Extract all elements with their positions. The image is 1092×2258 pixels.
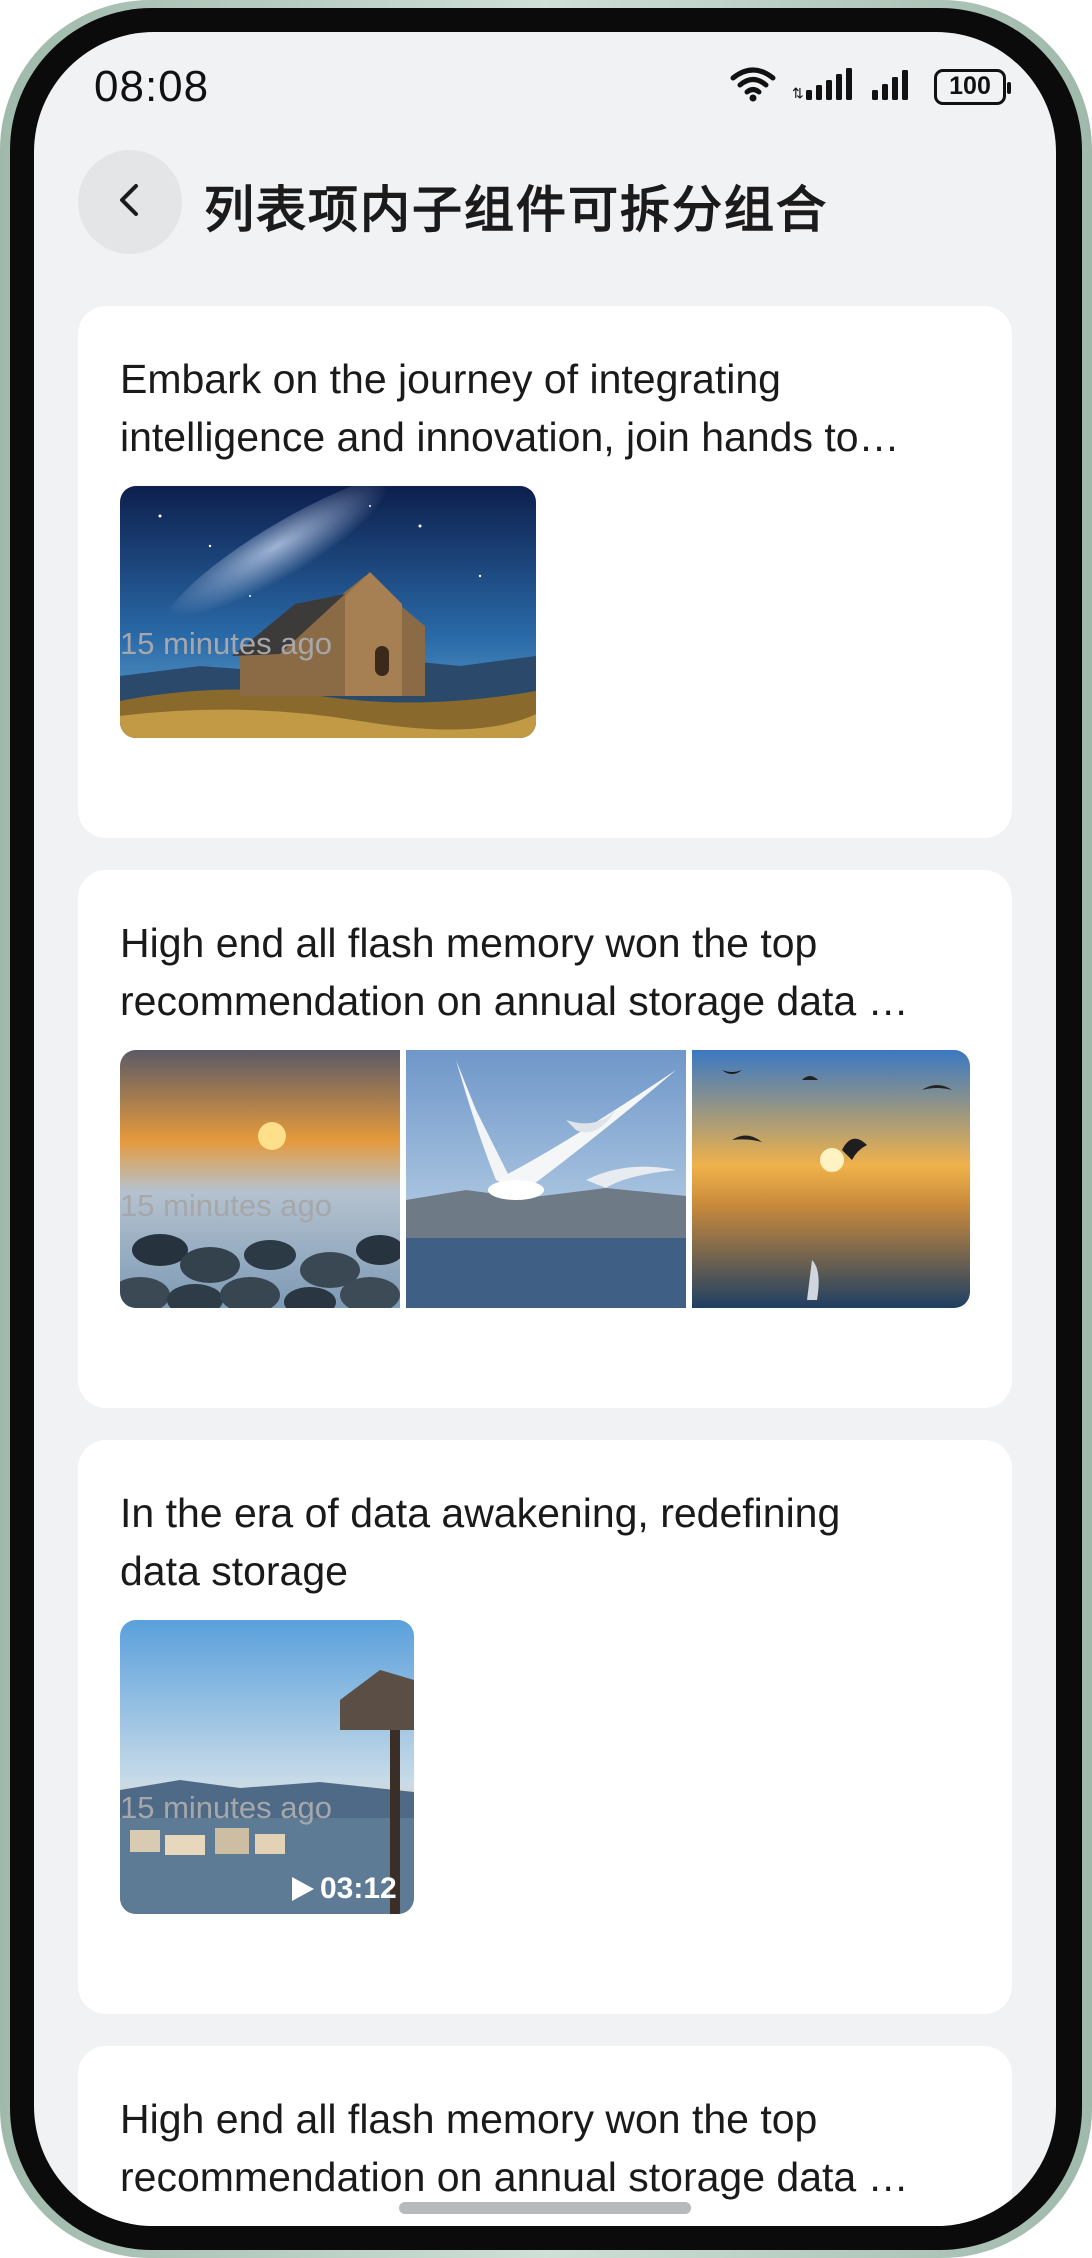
signal-icon [872,66,918,107]
timestamp: 15 minutes ago [120,1790,332,1825]
video-duration-badge: 03:12 [290,1872,397,1906]
card-title: In the era of data awakening, redefining… [120,1484,970,1600]
card-title-line: High end all flash memory won the top [120,2096,818,2142]
back-button[interactable] [78,150,182,254]
card-title-line: High end all flash memory won the top [120,920,818,966]
card-title: High end all flash memory won the top re… [120,2090,970,2206]
video-thumbnail[interactable]: 03:12 [120,1620,414,1914]
card-title: High end all flash memory won the top re… [120,914,970,1030]
card-title-line: data storage [120,1548,348,1594]
home-indicator[interactable] [399,2202,691,2214]
title-bar: 列表项内子组件可拆分组合 [34,150,1056,260]
card-title-line: In the era of data awakening, redefining [120,1490,841,1536]
card-title-line: intelligence and innovation, join hands … [120,414,900,460]
seagulls-image[interactable] [406,1050,686,1308]
status-time: 08:08 [94,62,210,111]
battery-icon: 100 [934,68,1011,105]
page-title: 列表项内子组件可拆分组合 [204,182,828,238]
status-bar: 08:08 ⇅ 100 [34,32,1056,152]
card-title-line: recommendation on annual storage data … [120,2154,909,2200]
sunset-pebbles-image[interactable] [120,1050,400,1308]
card-title-line: recommendation on annual storage data … [120,978,909,1024]
signal-icon: ⇅ [792,66,856,107]
svg-text:⇅: ⇅ [792,85,804,101]
list-item[interactable]: High end all flash memory won the top re… [78,2046,1012,2226]
list-item[interactable]: In the era of data awakening, redefining… [78,1440,1012,2014]
sunset-seagulls-image[interactable] [692,1050,970,1308]
starry-church-image[interactable] [120,486,536,738]
chevron-left-icon [110,180,150,225]
card-title-line: Embark on the journey of integrating [120,356,781,402]
status-icons: ⇅ 100 [730,66,1011,107]
play-icon [290,1875,316,1903]
list-item[interactable]: Embark on the journey of integrating int… [78,306,1012,838]
wifi-icon [730,66,776,107]
card-title: Embark on the journey of integrating int… [120,350,970,466]
video-duration: 03:12 [320,1872,397,1905]
list-item[interactable]: High end all flash memory won the top re… [78,870,1012,1408]
timestamp: 15 minutes ago [120,626,332,661]
timestamp: 15 minutes ago [120,1188,332,1223]
screen: 08:08 ⇅ 100 列表项内子组件可拆分组合 Embark on the j… [34,32,1056,2226]
